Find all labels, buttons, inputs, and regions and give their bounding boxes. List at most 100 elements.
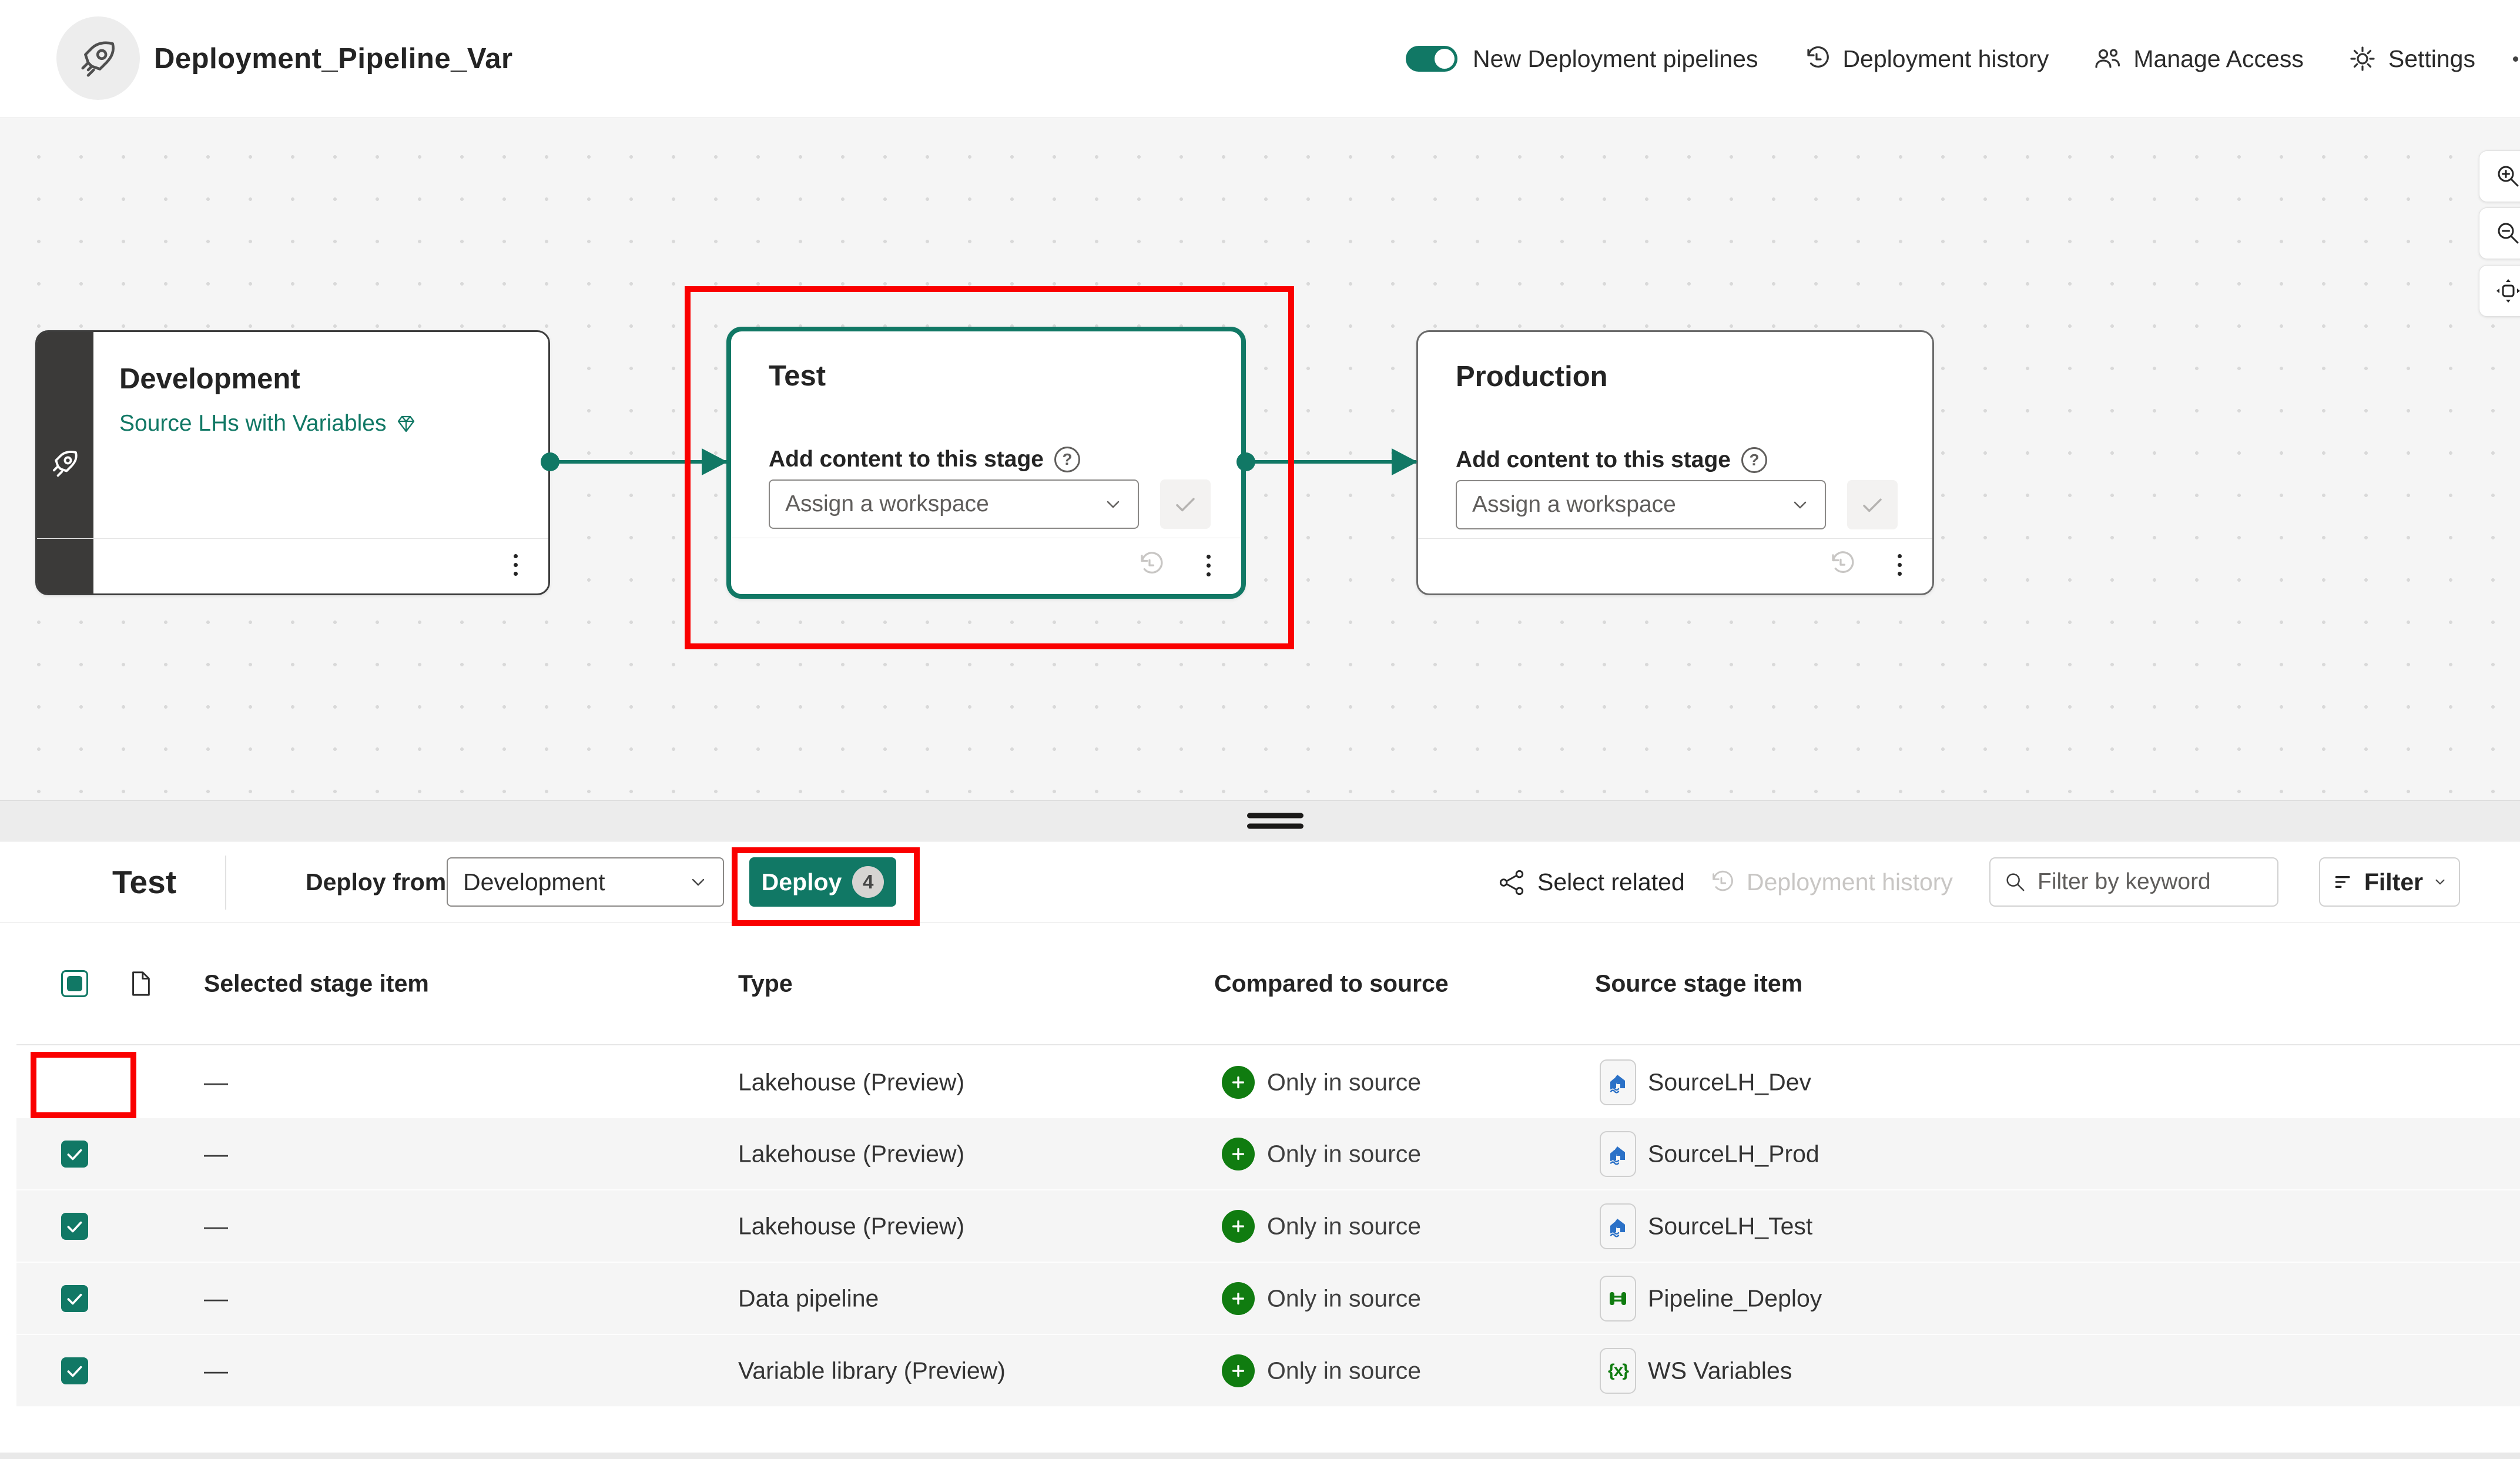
compared-to-source-cell: Only in source (1267, 1212, 1421, 1240)
fit-to-view-button[interactable] (2479, 265, 2520, 317)
variables-icon: {x} (1600, 1348, 1636, 1394)
panel-divider (0, 800, 2520, 841)
app-header: Deployment_Pipeline_Var New Deployment p… (0, 0, 2520, 118)
keyword-filter-searchbox[interactable] (1989, 857, 2278, 907)
rocket-icon (49, 447, 81, 479)
assign-workspace-dropdown[interactable]: Assign a workspace (769, 479, 1139, 529)
type-cell: Data pipeline (738, 1284, 879, 1312)
select-related-button[interactable]: Select related (1499, 841, 1685, 923)
filter-button[interactable]: Filter (2319, 857, 2460, 907)
stage-title: Production (1456, 360, 1608, 393)
more-options-icon[interactable] (2513, 56, 2518, 62)
deploy-count-badge: 4 (852, 866, 884, 898)
search-input[interactable] (2038, 869, 2264, 895)
zoom-in-button[interactable] (2479, 150, 2520, 202)
toolbar-separator (225, 856, 226, 910)
deploy-button[interactable]: Deploy 4 (749, 857, 896, 907)
selected-stage-item-cell: — (204, 1284, 228, 1312)
search-icon (2003, 870, 2027, 894)
only-in-source-icon (1222, 1066, 1255, 1099)
people-icon (2093, 45, 2122, 73)
bottom-edge-strip (0, 1453, 2520, 1459)
gear-icon (2348, 45, 2377, 73)
select-all-checkbox[interactable] (61, 970, 88, 997)
rocket-icon (76, 36, 120, 80)
pipeline-icon (1600, 1276, 1636, 1322)
gem-icon (396, 413, 417, 434)
row-checkbox[interactable] (61, 1285, 88, 1312)
row-checkbox[interactable] (61, 1357, 88, 1384)
stage-history-icon[interactable] (1825, 549, 1856, 579)
only-in-source-icon (1222, 1210, 1255, 1243)
lakehouse-icon (1600, 1059, 1636, 1105)
table-row[interactable]: — Lakehouse (Preview) Only in source Sou… (16, 1118, 2520, 1190)
row-checkbox[interactable] (61, 1213, 88, 1240)
connector-arrowhead (1392, 448, 1418, 475)
resize-handle[interactable] (1247, 808, 1303, 834)
selected-stage-item-cell: — (204, 1212, 228, 1240)
confirm-assign-button[interactable] (1847, 480, 1898, 529)
type-cell: Lakehouse (Preview) (738, 1140, 964, 1168)
deployment-history-button[interactable]: Deployment history (1802, 45, 2049, 73)
deploy-from-dropdown[interactable]: Development (447, 857, 724, 907)
stage-more-menu[interactable] (1894, 551, 1905, 579)
table-row[interactable]: — Variable library (Preview) Only in sou… (16, 1335, 2520, 1407)
stage-card-production[interactable]: Production Add content to this stage ? A… (1416, 330, 1934, 595)
stage-card-test[interactable]: Test Add content to this stage ? Assign … (726, 327, 1246, 599)
deploy-toolbar: Test Deploy from Development Deploy 4 Se… (0, 841, 2520, 923)
add-content-label: Add content to this stage (1456, 447, 1731, 473)
stage-title: Development (119, 363, 300, 395)
table-row[interactable]: — Data pipeline Only in source Pipeline_… (16, 1263, 2520, 1335)
stage-history-icon[interactable] (1134, 549, 1165, 580)
stage-card-development[interactable]: Development Source LHs with Variables (35, 330, 550, 595)
lakehouse-icon (1600, 1131, 1636, 1177)
compared-to-source-cell: Only in source (1267, 1068, 1421, 1096)
table-row[interactable]: — Lakehouse (Preview) Only in source Sou… (16, 1190, 2520, 1263)
pipeline-canvas: Development Source LHs with Variables Te… (0, 118, 2520, 800)
settings-button[interactable]: Settings (2348, 45, 2475, 73)
chevron-down-icon (689, 873, 708, 891)
stage-accent-strip (37, 332, 93, 593)
new-pipelines-toggle[interactable] (1406, 46, 1457, 72)
help-icon[interactable]: ? (1741, 447, 1767, 473)
help-icon[interactable]: ? (1054, 447, 1080, 472)
chevron-down-icon (1791, 495, 1809, 514)
stage-more-menu[interactable] (510, 551, 521, 579)
table-header: Selected stage item Type Compared to sou… (16, 923, 2520, 1045)
card-footer-divider (37, 538, 548, 539)
type-cell: Lakehouse (Preview) (738, 1212, 964, 1240)
column-header-selected-stage-item[interactable]: Selected stage item (204, 970, 429, 998)
filter-icon (2331, 870, 2355, 894)
select-related-icon (1499, 869, 1526, 896)
selected-stage-item-cell: — (204, 1357, 228, 1384)
source-stage-item-cell: SourceLH_Prod (1648, 1140, 1819, 1168)
card-footer-divider (1418, 538, 1932, 539)
add-content-label: Add content to this stage (769, 447, 1044, 472)
confirm-assign-button[interactable] (1160, 479, 1211, 529)
compared-to-source-cell: Only in source (1267, 1140, 1421, 1168)
stage-more-menu[interactable] (1203, 551, 1214, 580)
selected-stage-item-cell: — (204, 1068, 228, 1096)
row-checkbox[interactable] (61, 1141, 88, 1168)
settings-label: Settings (2388, 45, 2475, 73)
assign-workspace-dropdown[interactable]: Assign a workspace (1456, 480, 1826, 529)
manage-access-button[interactable]: Manage Access (2093, 45, 2303, 73)
document-icon (129, 970, 152, 997)
selected-stage-item-cell: — (204, 1140, 228, 1168)
connector-line (550, 460, 726, 464)
table-row[interactable]: — Lakehouse (Preview) Only in source Sou… (16, 1046, 2520, 1118)
toggle-label: New Deployment pipelines (1473, 45, 1758, 73)
workspace-link[interactable]: Source LHs with Variables (119, 411, 417, 437)
column-header-source-stage-item[interactable]: Source stage item (1595, 970, 1802, 998)
only-in-source-icon (1222, 1354, 1255, 1387)
column-header-compared-to-source[interactable]: Compared to source (1214, 970, 1449, 998)
deploy-from-label: Deploy from (306, 841, 446, 923)
selected-stage-title: Test (112, 841, 176, 923)
type-cell: Variable library (Preview) (738, 1357, 1006, 1384)
deployment-history-button-disabled: Deployment history (1708, 841, 1953, 923)
zoom-out-button[interactable] (2479, 207, 2520, 259)
column-header-type[interactable]: Type (738, 970, 793, 998)
manage-access-label: Manage Access (2133, 45, 2303, 73)
stage-title: Test (769, 360, 826, 393)
deployment-history-label: Deployment history (1842, 45, 2049, 73)
